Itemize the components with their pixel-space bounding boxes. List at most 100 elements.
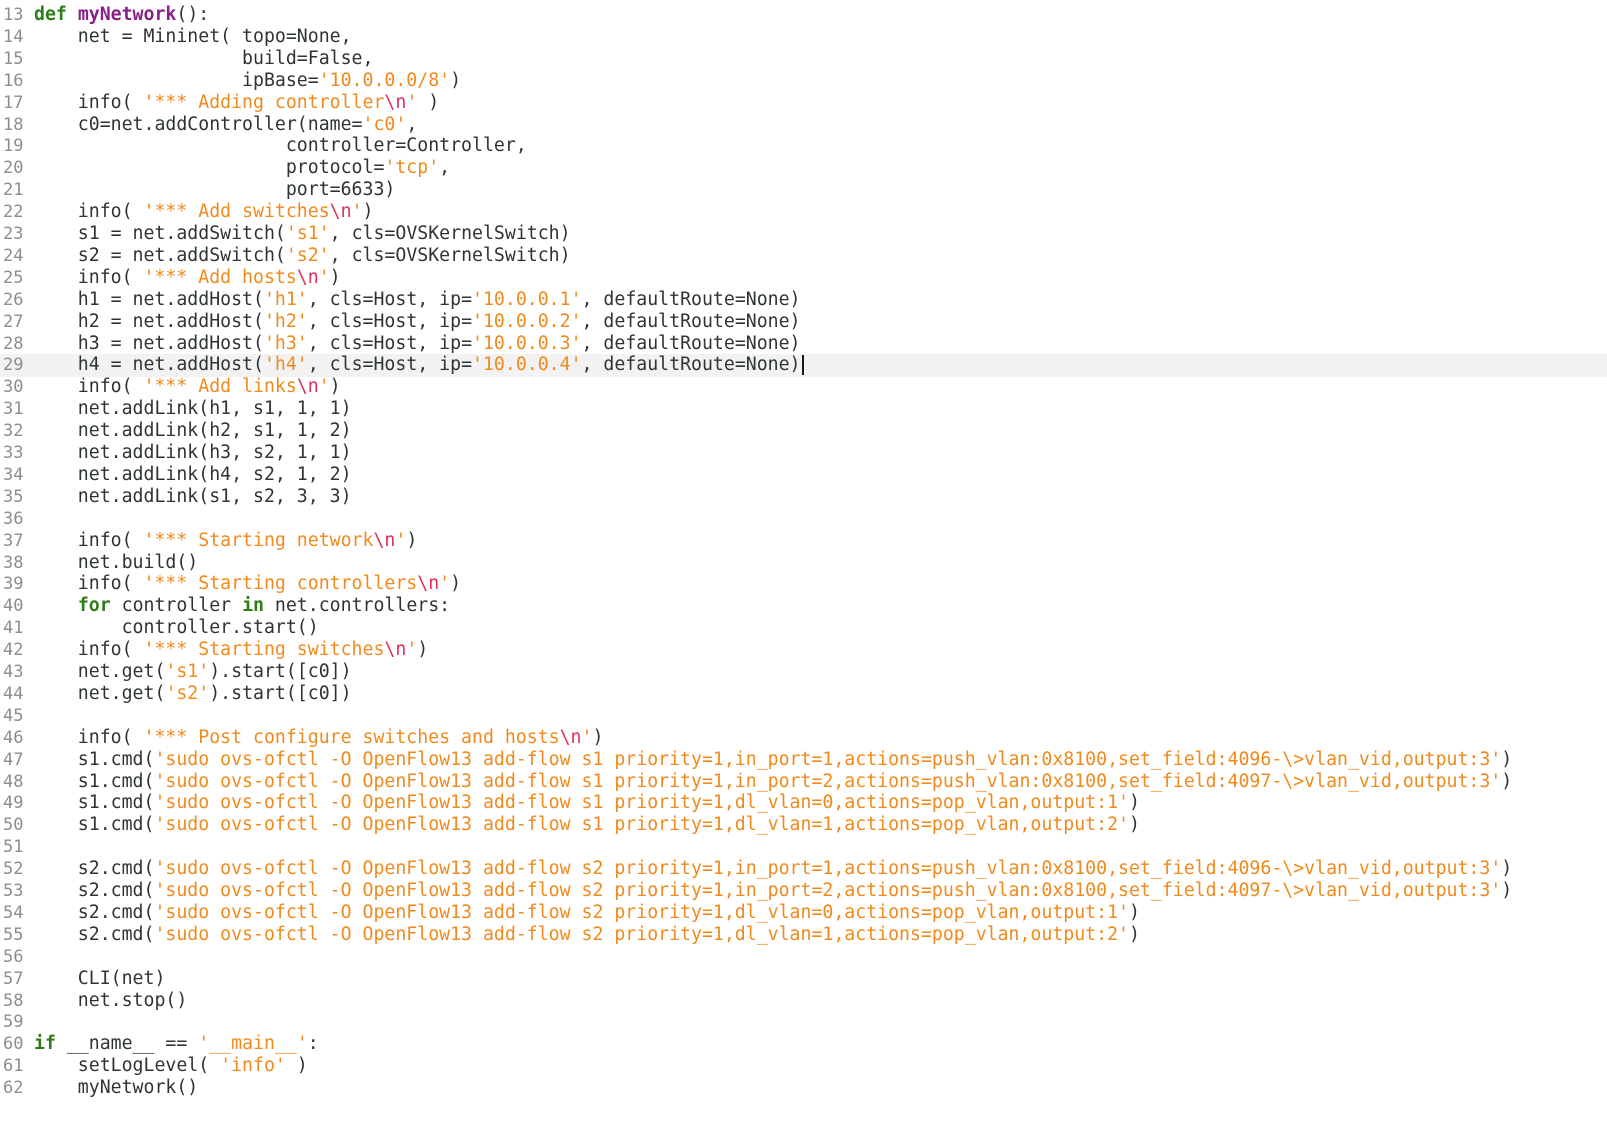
code-token: 's1' bbox=[165, 661, 210, 682]
code-text: s2.cmd('sudo ovs-ofctl -O OpenFlow13 add… bbox=[34, 858, 1512, 880]
code-text: info( '*** Post configure switches and h… bbox=[34, 727, 604, 749]
code-token: , bbox=[439, 157, 451, 179]
code-token: 'c0' bbox=[362, 113, 407, 135]
code-text: s1.cmd('sudo ovs-ofctl -O OpenFlow13 add… bbox=[34, 792, 1140, 814]
code-line[interactable]: 25 info( '*** Add hosts\n') bbox=[0, 267, 1607, 289]
code-token: info( bbox=[34, 573, 144, 595]
code-token: info( bbox=[34, 529, 144, 551]
code-line[interactable]: 34 net.addLink(h4, s2, 1, 2) bbox=[0, 464, 1607, 486]
code-line[interactable]: 49 s1.cmd('sudo ovs-ofctl -O OpenFlow13 … bbox=[0, 792, 1607, 814]
code-line[interactable]: 26 h1 = net.addHost('h1', cls=Host, ip='… bbox=[0, 289, 1607, 311]
line-number: 34 bbox=[3, 464, 24, 485]
code-line[interactable]: 46 info( '*** Post configure switches an… bbox=[0, 727, 1607, 749]
code-token: s2.cmd( bbox=[34, 901, 155, 923]
code-token: net.addLink(h4, s2, 1, 2) bbox=[34, 463, 352, 485]
code-token: 's2' bbox=[285, 244, 330, 266]
line-number: 54 bbox=[3, 902, 24, 923]
line-number: 20 bbox=[3, 158, 24, 179]
code-line[interactable]: 62 myNetwork() bbox=[0, 1077, 1607, 1099]
code-token: s1 = net.addSwitch( bbox=[34, 223, 286, 244]
code-text: h1 = net.addHost('h1', cls=Host, ip='10.… bbox=[34, 289, 801, 311]
code-token: '10.0.0.2' bbox=[472, 310, 582, 332]
code-line[interactable]: 37 info( '*** Starting network\n') bbox=[0, 530, 1607, 552]
code-line[interactable]: 24 s2 = net.addSwitch('s2', cls=OVSKerne… bbox=[0, 245, 1607, 267]
code-line[interactable]: 33 net.addLink(h3, s2, 1, 1) bbox=[0, 442, 1607, 464]
code-text: s1 = net.addSwitch('s1', cls=OVSKernelSw… bbox=[34, 223, 571, 245]
code-line[interactable]: 56 bbox=[0, 946, 1607, 968]
code-line[interactable]: 13 def myNetwork(): bbox=[0, 4, 1607, 26]
code-line[interactable]: 52 s2.cmd('sudo ovs-ofctl -O OpenFlow13 … bbox=[0, 858, 1607, 880]
code-text: if __name__ == '__main__': bbox=[34, 1033, 319, 1055]
code-text: controller=Controller, bbox=[34, 135, 527, 157]
code-token: , defaultRoute=None) bbox=[581, 332, 801, 354]
code-token: '10.0.0.3' bbox=[472, 332, 582, 354]
code-text: CLI(net) bbox=[34, 968, 166, 990]
code-line[interactable]: 40 for controller in net.controllers: bbox=[0, 595, 1607, 617]
code-line[interactable]: 38 net.build() bbox=[0, 552, 1607, 574]
code-line[interactable]: 51 bbox=[0, 836, 1607, 858]
code-token: ' bbox=[406, 639, 418, 661]
code-line[interactable]: 16 ipBase='10.0.0.0/8') bbox=[0, 70, 1607, 92]
code-token: net.build() bbox=[34, 551, 199, 573]
code-line[interactable]: 14 net = Mininet( topo=None, bbox=[0, 26, 1607, 48]
code-line[interactable]: 22 info( '*** Add switches\n') bbox=[0, 201, 1607, 223]
code-token: \n bbox=[329, 201, 352, 223]
code-line[interactable]: 29 h4 = net.addHost('h4', cls=Host, ip='… bbox=[0, 354, 1607, 377]
code-line[interactable]: 59 bbox=[0, 1011, 1607, 1033]
code-line[interactable]: 41 controller.start() bbox=[0, 617, 1607, 639]
code-text: build=False, bbox=[34, 48, 373, 70]
code-line[interactable]: 20 protocol='tcp', bbox=[0, 157, 1607, 179]
code-line[interactable]: 58 net.stop() bbox=[0, 990, 1607, 1012]
code-line[interactable]: 17 info( '*** Adding controller\n' ) bbox=[0, 92, 1607, 114]
code-text: h3 = net.addHost('h3', cls=Host, ip='10.… bbox=[34, 333, 801, 355]
code-line[interactable]: 31 net.addLink(h1, s1, 1, 1) bbox=[0, 398, 1607, 420]
code-line[interactable]: 48 s1.cmd('sudo ovs-ofctl -O OpenFlow13 … bbox=[0, 771, 1607, 793]
code-line[interactable]: 54 s2.cmd('sudo ovs-ofctl -O OpenFlow13 … bbox=[0, 902, 1607, 924]
code-token: controller.start() bbox=[34, 617, 319, 639]
code-token: 'h1' bbox=[263, 288, 308, 310]
code-token: 'sudo ovs-ofctl -O OpenFlow13 add-flow s… bbox=[154, 792, 1129, 814]
code-token: info( bbox=[34, 639, 144, 661]
code-line[interactable]: 27 h2 = net.addHost('h2', cls=Host, ip='… bbox=[0, 311, 1607, 333]
code-token: ) bbox=[329, 266, 341, 288]
code-line[interactable]: 35 net.addLink(s1, s2, 3, 3) bbox=[0, 486, 1607, 508]
code-token: h2 = net.addHost( bbox=[34, 310, 264, 332]
code-line[interactable]: 53 s2.cmd('sudo ovs-ofctl -O OpenFlow13 … bbox=[0, 880, 1607, 902]
code-line[interactable]: 55 s2.cmd('sudo ovs-ofctl -O OpenFlow13 … bbox=[0, 924, 1607, 946]
code-token: \n bbox=[296, 376, 319, 398]
code-line[interactable]: 23 s1 = net.addSwitch('s1', cls=OVSKerne… bbox=[0, 223, 1607, 245]
line-number: 28 bbox=[3, 333, 24, 354]
code-line[interactable]: 61 setLogLevel( 'info' ) bbox=[0, 1055, 1607, 1077]
code-line[interactable]: 21 port=6633) bbox=[0, 179, 1607, 201]
line-number: 13 bbox=[3, 5, 24, 25]
code-line[interactable]: 45 bbox=[0, 705, 1607, 727]
code-line[interactable]: 42 info( '*** Starting switches\n') bbox=[0, 639, 1607, 661]
line-number: 57 bbox=[3, 968, 24, 989]
code-line[interactable]: 60 if __name__ == '__main__': bbox=[0, 1033, 1607, 1055]
code-token: '*** Starting controllers bbox=[143, 573, 418, 595]
code-line[interactable]: 47 s1.cmd('sudo ovs-ofctl -O OpenFlow13 … bbox=[0, 749, 1607, 771]
code-line[interactable]: 28 h3 = net.addHost('h3', cls=Host, ip='… bbox=[0, 333, 1607, 355]
code-line[interactable]: 30 info( '*** Add links\n') bbox=[0, 376, 1607, 398]
code-token: \n bbox=[373, 529, 396, 551]
code-line[interactable]: 36 bbox=[0, 508, 1607, 530]
code-line[interactable]: 44 net.get('s2').start([c0]) bbox=[0, 683, 1607, 705]
code-token: 'sudo ovs-ofctl -O OpenFlow13 add-flow s… bbox=[154, 858, 1502, 880]
code-token: for bbox=[77, 595, 111, 617]
line-number: 59 bbox=[3, 1012, 24, 1033]
code-token: ' bbox=[395, 529, 407, 551]
code-line[interactable]: 50 s1.cmd('sudo ovs-ofctl -O OpenFlow13 … bbox=[0, 814, 1607, 836]
code-line[interactable]: 57 CLI(net) bbox=[0, 968, 1607, 990]
line-number: 44 bbox=[3, 683, 24, 704]
code-token: 'h2' bbox=[263, 310, 308, 332]
code-line[interactable]: 32 net.addLink(h2, s1, 1, 2) bbox=[0, 420, 1607, 442]
code-text: ipBase='10.0.0.0/8') bbox=[34, 70, 461, 92]
code-editor[interactable]: 13 def myNetwork(): 14 net = Mininet( topo… bbox=[0, 0, 1607, 1135]
line-number: 15 bbox=[3, 48, 24, 69]
code-token: net.get( bbox=[34, 682, 166, 704]
code-line[interactable]: 39 info( '*** Starting controllers\n') bbox=[0, 573, 1607, 595]
code-line[interactable]: 43 net.get('s1').start([c0]) bbox=[0, 661, 1607, 683]
code-line[interactable]: 15 build=False, bbox=[0, 48, 1607, 70]
code-line[interactable]: 18 c0=net.addController(name='c0', bbox=[0, 114, 1607, 136]
code-line[interactable]: 19 controller=Controller, bbox=[0, 135, 1607, 157]
